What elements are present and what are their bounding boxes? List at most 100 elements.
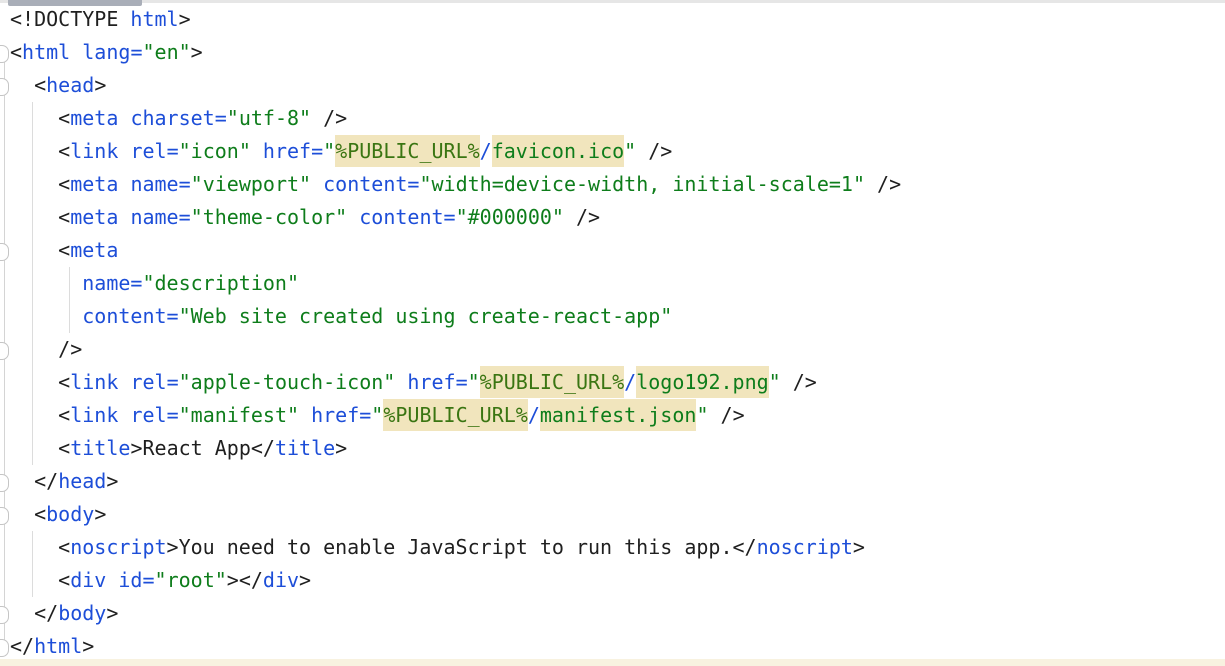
scrollbar-thumb[interactable] bbox=[8, 0, 142, 6]
code-token: </ bbox=[10, 634, 34, 658]
code-token: meta bbox=[70, 205, 118, 229]
code-line[interactable]: </head> bbox=[0, 465, 1225, 498]
code-token: html bbox=[34, 634, 82, 658]
code-token: < bbox=[34, 73, 46, 97]
code-token bbox=[395, 370, 407, 394]
code-token: = bbox=[444, 205, 456, 229]
code-token: html bbox=[22, 40, 70, 64]
code-token: link bbox=[70, 403, 118, 427]
code-token bbox=[70, 40, 82, 64]
code-token: < bbox=[58, 568, 70, 592]
code-token bbox=[10, 337, 58, 361]
code-token bbox=[636, 139, 648, 163]
code-token: title bbox=[70, 436, 130, 460]
code-line[interactable]: <meta name="theme-color" content="#00000… bbox=[0, 201, 1225, 234]
code-line[interactable]: </body> bbox=[0, 597, 1225, 630]
code-token: < bbox=[58, 436, 70, 460]
code-token: noscript bbox=[70, 535, 166, 559]
code-line[interactable]: content="Web site created using create-r… bbox=[0, 300, 1225, 333]
code-line[interactable]: <link rel="manifest" href="%PUBLIC_URL%/… bbox=[0, 399, 1225, 432]
code-token: < bbox=[58, 139, 70, 163]
code-line[interactable]: <noscript>You need to enable JavaScript … bbox=[0, 531, 1225, 564]
code-token: < bbox=[58, 370, 70, 394]
code-area[interactable]: <!DOCTYPE html><html lang="en"> <head> <… bbox=[0, 3, 1225, 663]
code-token: " bbox=[371, 403, 383, 427]
code-token bbox=[118, 370, 130, 394]
code-line[interactable]: <link rel="icon" href="%PUBLIC_URL%/favi… bbox=[0, 135, 1225, 168]
code-token: " bbox=[323, 139, 335, 163]
code-token: React App bbox=[142, 436, 250, 460]
code-token: </ bbox=[732, 535, 756, 559]
code-line[interactable]: <body> bbox=[0, 498, 1225, 531]
code-line[interactable]: <div id="root"></div> bbox=[0, 564, 1225, 597]
code-token bbox=[10, 601, 34, 625]
code-token: body bbox=[46, 502, 94, 526]
code-token: head bbox=[46, 73, 94, 97]
horizontal-scrollbar[interactable] bbox=[0, 0, 1225, 3]
code-token: href bbox=[407, 370, 455, 394]
code-line[interactable]: <html lang="en"> bbox=[0, 36, 1225, 69]
bottom-highlight-strip bbox=[0, 659, 1225, 666]
code-line[interactable]: <link rel="apple-touch-icon" href="%PUBL… bbox=[0, 366, 1225, 399]
code-line[interactable]: <meta bbox=[0, 234, 1225, 267]
code-token: < bbox=[58, 403, 70, 427]
code-token: "viewport" bbox=[191, 172, 311, 196]
code-token bbox=[118, 106, 130, 130]
code-token: "root" bbox=[155, 568, 227, 592]
code-token bbox=[10, 106, 58, 130]
code-token: div bbox=[70, 568, 106, 592]
code-token: name bbox=[130, 172, 178, 196]
code-token: " bbox=[468, 370, 480, 394]
code-line[interactable]: <meta charset="utf-8" /> bbox=[0, 102, 1225, 135]
code-token: logo192.png bbox=[636, 366, 768, 398]
code-token: / bbox=[528, 403, 540, 427]
code-token: "icon" bbox=[179, 139, 251, 163]
code-token: "description" bbox=[142, 271, 299, 295]
code-token: = bbox=[142, 568, 154, 592]
code-token: body bbox=[58, 601, 106, 625]
code-token: </ bbox=[239, 568, 263, 592]
code-token: name bbox=[130, 205, 178, 229]
code-token: < bbox=[58, 106, 70, 130]
code-token: < bbox=[58, 172, 70, 196]
code-token: /> bbox=[648, 139, 672, 163]
code-token bbox=[311, 106, 323, 130]
code-token bbox=[781, 370, 793, 394]
code-token: div bbox=[263, 568, 299, 592]
code-token: "apple-touch-icon" bbox=[179, 370, 396, 394]
code-token bbox=[118, 7, 130, 31]
code-token bbox=[10, 304, 82, 328]
code-token: meta bbox=[70, 172, 118, 196]
code-token bbox=[10, 535, 58, 559]
code-line[interactable]: /> bbox=[0, 333, 1225, 366]
code-token: "utf-8" bbox=[227, 106, 311, 130]
code-token: < bbox=[10, 40, 22, 64]
code-token: "#000000" bbox=[456, 205, 564, 229]
code-token: < bbox=[58, 238, 70, 262]
code-token: link bbox=[70, 139, 118, 163]
code-token: = bbox=[167, 139, 179, 163]
code-token bbox=[10, 469, 34, 493]
code-token: / bbox=[624, 370, 636, 394]
code-token: = bbox=[179, 172, 191, 196]
code-token: > bbox=[335, 436, 347, 460]
code-token: "Web site created using create-react-app… bbox=[179, 304, 673, 328]
code-line[interactable]: <head> bbox=[0, 69, 1225, 102]
code-token bbox=[865, 172, 877, 196]
code-token: content bbox=[323, 172, 407, 196]
code-token bbox=[10, 568, 58, 592]
code-line[interactable]: <!DOCTYPE html> bbox=[0, 3, 1225, 36]
code-token: > bbox=[227, 568, 239, 592]
code-line[interactable]: <title>React App</title> bbox=[0, 432, 1225, 465]
code-token: "en" bbox=[142, 40, 190, 64]
code-token: /> bbox=[793, 370, 817, 394]
code-editor: <!DOCTYPE html><html lang="en"> <head> <… bbox=[0, 0, 1225, 666]
code-token: "theme-color" bbox=[191, 205, 348, 229]
code-token: id bbox=[118, 568, 142, 592]
code-line[interactable]: name="description" bbox=[0, 267, 1225, 300]
code-token: title bbox=[275, 436, 335, 460]
code-token: rel bbox=[130, 370, 166, 394]
code-token: = bbox=[167, 370, 179, 394]
code-token bbox=[10, 436, 58, 460]
code-line[interactable]: <meta name="viewport" content="width=dev… bbox=[0, 168, 1225, 201]
